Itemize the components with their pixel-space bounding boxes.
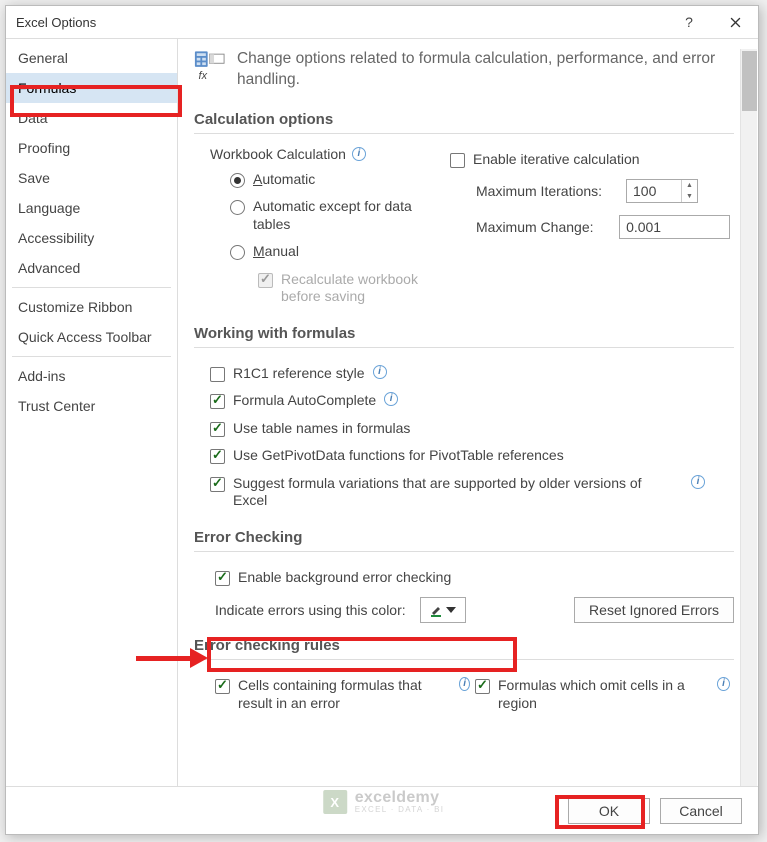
sidebar-item-label: General xyxy=(18,50,68,66)
sidebar-item-label: Accessibility xyxy=(18,230,94,246)
check-autocomplete[interactable] xyxy=(210,394,225,409)
sidebar-item-label: Proofing xyxy=(18,140,70,156)
info-icon[interactable]: i xyxy=(352,147,366,161)
check-recalc-before-save xyxy=(258,273,273,288)
section-working-formulas: Working with formulas xyxy=(194,319,734,348)
sidebar: General Formulas Data Proofing Save Lang… xyxy=(6,39,178,786)
formulas-icon: fx xyxy=(194,49,225,83)
content-pane: fx Change options related to formula cal… xyxy=(178,39,758,786)
sidebar-item-label: Quick Access Toolbar xyxy=(18,329,152,345)
radio-automatic[interactable] xyxy=(230,173,245,188)
section-error-rules: Error checking rules xyxy=(194,631,734,660)
intro-text: Change options related to formula calcul… xyxy=(237,49,734,91)
content-scrollbar[interactable] xyxy=(740,49,757,786)
info-icon[interactable]: i xyxy=(691,475,705,489)
cancel-button[interactable]: Cancel xyxy=(660,798,742,824)
section-error-checking: Error Checking xyxy=(194,523,734,552)
sidebar-item-label: Data xyxy=(18,110,48,126)
sidebar-item-trust-center[interactable]: Trust Center xyxy=(6,391,177,421)
sidebar-item-accessibility[interactable]: Accessibility xyxy=(6,223,177,253)
max-iter-label: Maximum Iterations: xyxy=(476,183,616,199)
close-button[interactable] xyxy=(712,6,758,38)
info-icon[interactable]: i xyxy=(459,677,470,691)
check-suggest-variations[interactable] xyxy=(210,477,225,492)
reset-ignored-errors-button[interactable]: Reset Ignored Errors xyxy=(574,597,734,623)
check-table-names[interactable] xyxy=(210,422,225,437)
sidebar-item-quick-access[interactable]: Quick Access Toolbar xyxy=(6,322,177,352)
sidebar-item-data[interactable]: Data xyxy=(6,103,177,133)
svg-text:fx: fx xyxy=(199,70,208,82)
titlebar: Excel Options ? xyxy=(6,6,758,38)
check-r1c1[interactable] xyxy=(210,367,225,382)
sidebar-item-label: Customize Ribbon xyxy=(18,299,132,315)
sidebar-item-label: Add-ins xyxy=(18,368,65,384)
max-change-input[interactable]: 0.001 xyxy=(619,215,730,239)
sidebar-item-label: Advanced xyxy=(18,260,80,276)
max-iterations-input[interactable]: 100▲▼ xyxy=(626,179,698,203)
help-button[interactable]: ? xyxy=(666,6,712,38)
sidebar-item-label: Save xyxy=(18,170,50,186)
error-color-picker[interactable] xyxy=(420,597,466,623)
info-icon[interactable]: i xyxy=(373,365,387,379)
sidebar-item-language[interactable]: Language xyxy=(6,193,177,223)
sidebar-item-advanced[interactable]: Advanced xyxy=(6,253,177,283)
workbook-calc-label: Workbook Calculationi xyxy=(210,146,430,162)
sidebar-item-customize-ribbon[interactable]: Customize Ribbon xyxy=(6,292,177,322)
max-change-label: Maximum Change: xyxy=(476,219,609,235)
dialog-title: Excel Options xyxy=(16,15,96,30)
sidebar-item-general[interactable]: General xyxy=(6,43,177,73)
sidebar-item-addins[interactable]: Add-ins xyxy=(6,361,177,391)
radio-auto-except[interactable] xyxy=(230,200,245,215)
sidebar-item-formulas[interactable]: Formulas xyxy=(6,73,177,103)
check-formulas-omit-cells[interactable] xyxy=(475,679,490,694)
check-cells-formula-error[interactable] xyxy=(215,679,230,694)
sidebar-item-save[interactable]: Save xyxy=(6,163,177,193)
section-calculation-options: Calculation options xyxy=(194,105,734,134)
sidebar-item-proofing[interactable]: Proofing xyxy=(6,133,177,163)
info-icon[interactable]: i xyxy=(384,392,398,406)
sidebar-item-label: Language xyxy=(18,200,80,216)
radio-manual[interactable] xyxy=(230,245,245,260)
check-iterative[interactable] xyxy=(450,153,465,168)
check-getpivotdata[interactable] xyxy=(210,449,225,464)
chevron-down-icon xyxy=(446,607,456,613)
info-icon[interactable]: i xyxy=(717,677,730,691)
indicate-errors-label: Indicate errors using this color: xyxy=(215,602,406,620)
fill-icon xyxy=(429,603,443,617)
sidebar-item-label: Trust Center xyxy=(18,398,95,414)
dialog-footer: OK Cancel xyxy=(6,786,758,834)
check-background-error[interactable] xyxy=(215,571,230,586)
close-icon xyxy=(730,17,741,28)
ok-button[interactable]: OK xyxy=(568,798,650,824)
excel-options-dialog: Excel Options ? General Formulas Data Pr… xyxy=(5,5,759,835)
sidebar-item-label: Formulas xyxy=(18,80,76,96)
